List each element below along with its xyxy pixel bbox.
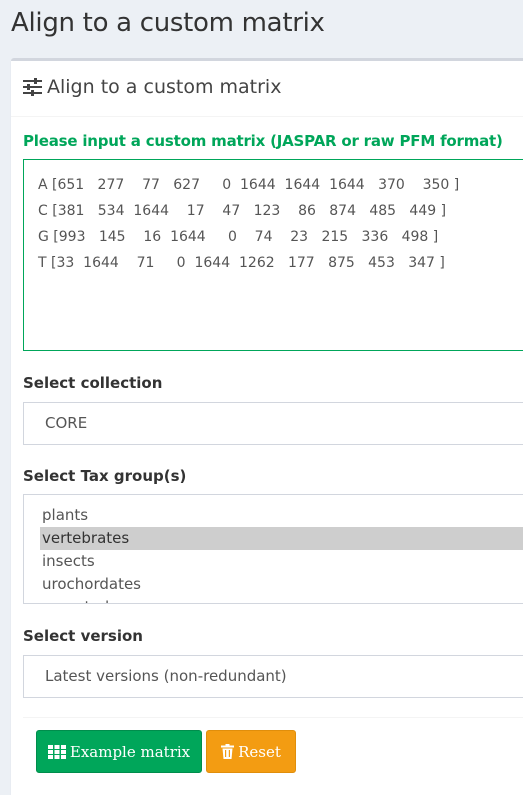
example-matrix-label: Example matrix	[69, 742, 191, 761]
tax-group-select[interactable]: plants vertebrates insects urochordates …	[23, 494, 523, 604]
version-select[interactable]: Latest versions (non-redundant)	[23, 655, 523, 698]
collection-label: Select collection	[23, 374, 163, 392]
tax-option-plants[interactable]: plants	[25, 504, 523, 527]
box-header: Align to a custom matrix	[11, 61, 523, 117]
form-divider	[23, 717, 523, 718]
collection-select[interactable]: CORE	[23, 402, 523, 445]
reset-button[interactable]: Reset	[206, 730, 296, 773]
matrix-label: Please input a custom matrix (JASPAR or …	[23, 132, 503, 150]
tax-option-vertebrates[interactable]: vertebrates	[40, 527, 523, 550]
example-matrix-button[interactable]: Example matrix	[36, 730, 202, 773]
custom-matrix-box: Align to a custom matrix Please input a …	[11, 58, 523, 795]
box-title: Align to a custom matrix	[22, 76, 281, 98]
version-label: Select version	[23, 627, 143, 645]
table-icon	[47, 744, 66, 759]
tax-option-nematodes[interactable]: nematodes	[25, 596, 523, 603]
tax-option-insects[interactable]: insects	[25, 550, 523, 573]
reset-label: Reset	[238, 742, 281, 761]
page-title: Align to a custom matrix	[11, 8, 325, 38]
box-title-text: Align to a custom matrix	[47, 76, 282, 98]
sliders-icon	[22, 77, 44, 97]
matrix-textarea[interactable]: A [651 277 77 627 0 1644 1644 1644 370 3…	[23, 159, 523, 351]
trash-icon	[221, 744, 235, 759]
tax-group-label: Select Tax group(s)	[23, 467, 187, 485]
tax-option-urochordates[interactable]: urochordates	[25, 573, 523, 596]
